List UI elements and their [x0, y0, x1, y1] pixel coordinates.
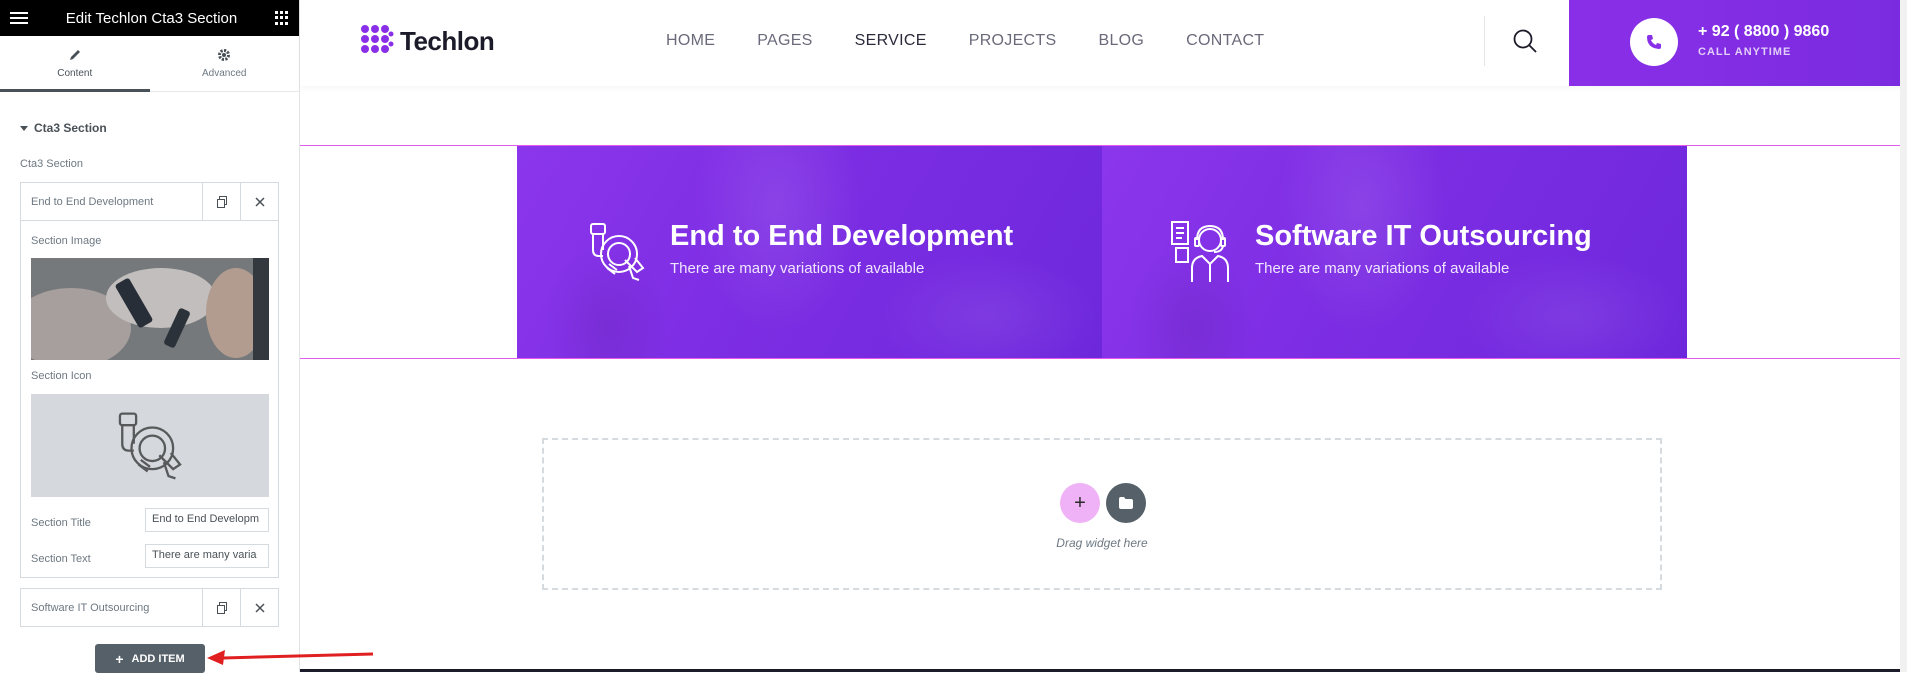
remove-button[interactable] [240, 589, 278, 626]
search-icon[interactable] [1512, 28, 1538, 54]
editor-header: Edit Techlon Cta3 Section [0, 0, 299, 36]
gear-icon [218, 49, 231, 61]
logo-text: Techlon [400, 25, 495, 56]
repeater-item-title: Software IT Outsourcing [31, 601, 150, 614]
call-box[interactable]: + 92 ( 8800 ) 9860 CALL ANYTIME [1569, 0, 1907, 86]
repeater-item-1-body: Section Image Section Icon Section Title… [20, 221, 279, 578]
plus-icon: + [115, 650, 124, 667]
site-preview: Techlon HOME PAGES SERVICE PROJECTS BLOG… [300, 0, 1907, 672]
add-item-button[interactable]: + ADD ITEM [95, 644, 205, 673]
copy-icon [216, 601, 227, 614]
section-title-label: Section Title [31, 517, 91, 529]
drop-zone-text: Drag widget here [1056, 536, 1148, 550]
section-title-input[interactable]: End to End Developm [145, 508, 269, 532]
section-icon-preview[interactable] [31, 394, 269, 497]
add-section-button[interactable]: + [1060, 483, 1100, 523]
annotation-arrow [207, 650, 374, 665]
section-text-label: Section Text [31, 553, 91, 565]
phones-photo [31, 258, 269, 360]
section-outline-bottom [300, 358, 1907, 359]
folder-icon [1119, 497, 1133, 509]
nav-pages[interactable]: PAGES [757, 32, 812, 50]
tab-advanced[interactable]: Advanced [150, 36, 300, 91]
plus-icon: + [1074, 491, 1086, 514]
cta-title: Software IT Outsourcing [1255, 220, 1592, 252]
phone-number: + 92 ( 8800 ) 9860 [1698, 23, 1830, 40]
site-header: Techlon HOME PAGES SERVICE PROJECTS BLOG… [300, 0, 1907, 86]
duplicate-button[interactable] [202, 183, 240, 220]
nav-blog[interactable]: BLOG [1098, 32, 1144, 50]
add-template-button[interactable] [1106, 483, 1146, 523]
section-toggle-label: Cta3 Section [34, 121, 107, 135]
remove-button[interactable] [240, 183, 278, 220]
section-toggle-cta3[interactable]: Cta3 Section [20, 121, 107, 135]
copy-icon [216, 195, 227, 208]
nav-projects[interactable]: PROJECTS [969, 32, 1057, 50]
tab-content[interactable]: Content [0, 36, 150, 92]
cta-title: End to End Development [670, 220, 1014, 252]
main-nav: HOME PAGES SERVICE PROJECTS BLOG CONTACT [666, 32, 1264, 50]
header-divider [1484, 16, 1485, 66]
editor-tabs: Content Advanced [0, 36, 299, 92]
handshake-cycle-icon [118, 411, 182, 479]
scrollbar-track[interactable] [1900, 0, 1907, 672]
logo-dots-icon [361, 25, 394, 53]
widget-drop-zone[interactable]: + Drag widget here [542, 438, 1662, 590]
pencil-icon [69, 50, 80, 60]
section-image-preview[interactable] [31, 258, 269, 360]
nav-service[interactable]: SERVICE [855, 32, 927, 50]
section-text-input[interactable]: There are many varia [145, 544, 269, 568]
nav-contact[interactable]: CONTACT [1186, 32, 1264, 50]
site-logo[interactable]: Techlon [360, 24, 495, 58]
close-icon [254, 196, 265, 207]
menu-icon[interactable] [10, 12, 28, 24]
close-icon [254, 602, 265, 613]
editor-title: Edit Techlon Cta3 Section [65, 9, 238, 27]
phone-circle [1630, 18, 1678, 66]
add-item-label: ADD ITEM [131, 652, 185, 665]
repeater-item-title: End to End Development [31, 195, 154, 208]
support-agent-icon [1171, 221, 1229, 282]
cta-card-2[interactable]: Software IT Outsourcing There are many v… [1102, 146, 1687, 358]
repeater-label: Cta3 Section [20, 158, 83, 170]
cta-text: There are many variations of available [670, 260, 925, 277]
phone-icon [1647, 35, 1661, 49]
handshake-cycle-icon [590, 223, 645, 281]
section-image-label: Section Image [31, 235, 102, 247]
cta-card-1[interactable]: End to End Development There are many va… [517, 146, 1102, 358]
cta-text: There are many variations of available [1255, 260, 1510, 277]
widgets-grid-icon[interactable] [275, 11, 289, 25]
section-icon-label: Section Icon [31, 370, 92, 382]
tab-advanced-label: Advanced [202, 68, 247, 79]
cta3-section[interactable]: End to End Development There are many va… [517, 146, 1687, 358]
caret-down-icon [20, 125, 28, 131]
repeater-item-2[interactable]: Software IT Outsourcing [20, 588, 279, 627]
tab-content-label: Content [57, 68, 93, 79]
phone-subtext: CALL ANYTIME [1698, 46, 1792, 58]
nav-home[interactable]: HOME [666, 32, 715, 50]
editor-panel: Edit Techlon Cta3 Section Content Advanc… [0, 0, 300, 673]
repeater-item-1[interactable]: End to End Development [20, 182, 279, 221]
duplicate-button[interactable] [202, 589, 240, 626]
